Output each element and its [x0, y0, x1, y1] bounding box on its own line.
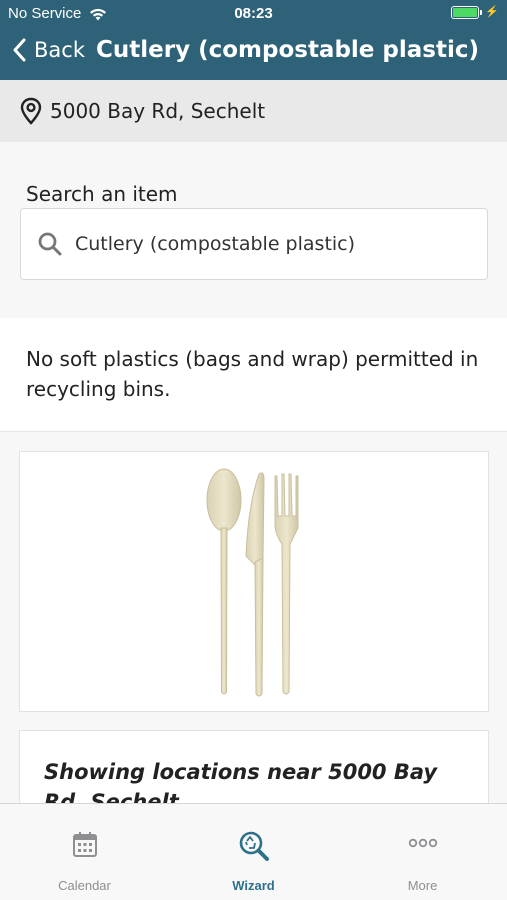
tab-label-calendar: Calendar: [58, 878, 111, 893]
tab-label-more: More: [407, 878, 438, 893]
search-label: Search an item: [26, 182, 178, 206]
tab-calendar[interactable]: Calendar: [0, 804, 169, 900]
tab-bar: Calendar Wizard More: [0, 803, 507, 900]
location-address: 5000 Bay Rd, Sechelt: [50, 99, 266, 123]
status-time: 08:23: [234, 5, 273, 22]
search-input-value: Cutlery (compostable plastic): [75, 233, 356, 255]
status-right: ⚡: [451, 6, 499, 19]
nav-bar: Back Cutlery (compostable plastic): [0, 28, 507, 80]
back-label: Back: [34, 38, 85, 62]
search-icon: [38, 232, 62, 256]
cutlery-image: [206, 468, 299, 697]
notice-text: No soft plastics (bags and wrap) permitt…: [26, 347, 479, 401]
item-image-card: [19, 451, 489, 712]
tab-more[interactable]: More: [338, 804, 507, 900]
notice-panel: No soft plastics (bags and wrap) permitt…: [0, 318, 507, 432]
chevron-left-icon: [13, 38, 26, 62]
recycle-search-icon: [239, 831, 269, 861]
battery-nub: [480, 10, 483, 15]
map-pin-icon: [20, 97, 42, 125]
page-title: Cutlery (compostable plastic): [96, 37, 479, 63]
tab-label-wizard: Wizard: [232, 878, 275, 893]
tab-wizard[interactable]: Wizard: [169, 804, 338, 900]
calendar-icon: [72, 832, 97, 857]
battery-icon: [451, 6, 480, 19]
location-bar[interactable]: 5000 Bay Rd, Sechelt: [0, 80, 507, 142]
search-input[interactable]: Cutlery (compostable plastic): [20, 208, 488, 280]
charging-bolt-icon: ⚡: [485, 6, 499, 18]
status-bar: No Service 08:23 ⚡: [0, 0, 507, 28]
back-button[interactable]: Back: [12, 38, 85, 62]
app-screen: No Service 08:23 ⚡ Back Cutlery (compost…: [0, 0, 507, 900]
search-section: Search an item Cutlery (compostable plas…: [0, 142, 507, 318]
more-dots-icon: [408, 838, 437, 848]
